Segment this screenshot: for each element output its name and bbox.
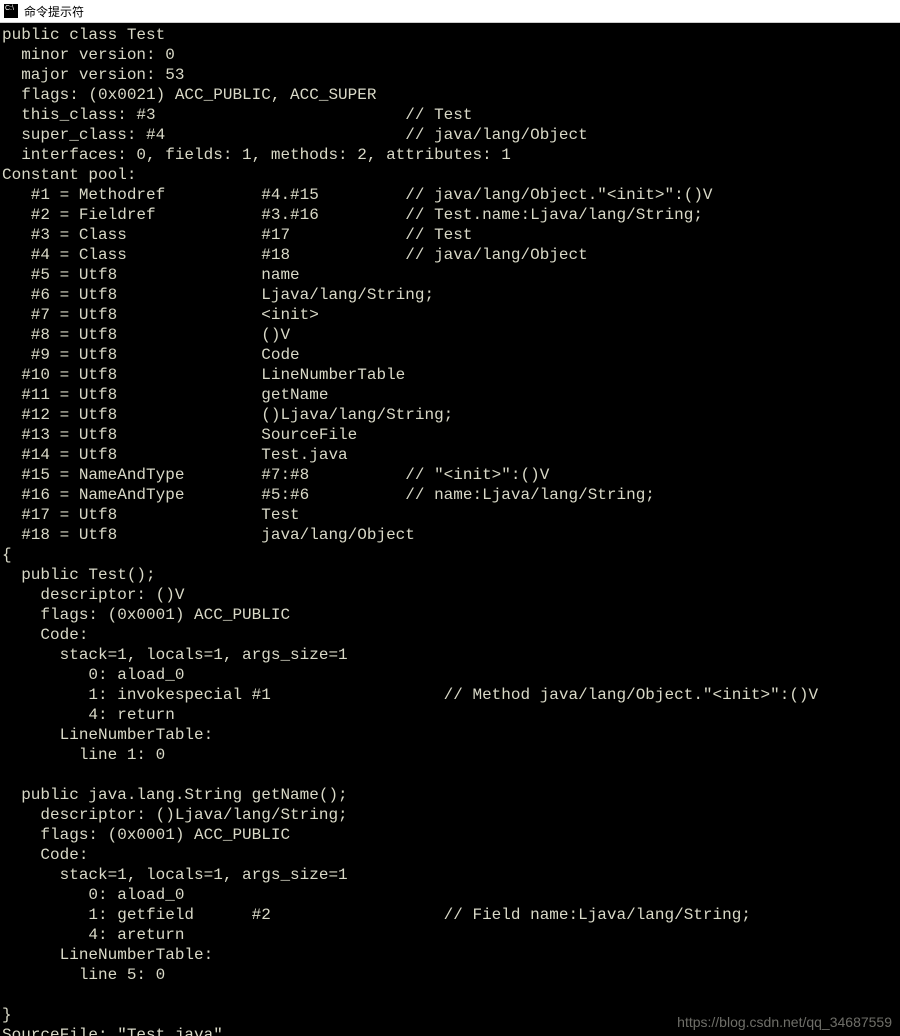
cmd-icon <box>4 4 18 18</box>
terminal-output[interactable]: public class Test minor version: 0 major… <box>0 23 900 1036</box>
window-titlebar: 命令提示符 <box>0 0 900 23</box>
window-title: 命令提示符 <box>24 3 84 20</box>
watermark-text: https://blog.csdn.net/qq_34687559 <box>677 1014 892 1030</box>
